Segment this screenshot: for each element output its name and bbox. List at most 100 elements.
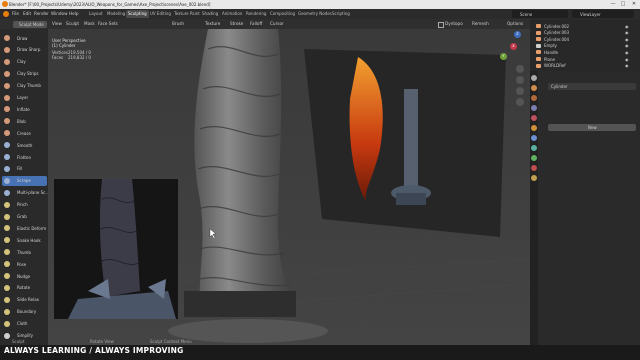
tool-crease[interactable]: Crease: [2, 128, 47, 138]
material-tab-icon[interactable]: [531, 165, 537, 171]
menu-sculpt[interactable]: Sculpt: [66, 21, 79, 26]
remesh-menu[interactable]: Remesh: [472, 21, 489, 26]
outliner-row[interactable]: WORLDRef ◉: [530, 63, 640, 69]
zoom-icon[interactable]: [516, 65, 524, 73]
gizmo-z-axis[interactable]: Z: [514, 31, 521, 38]
modifier-tab-icon[interactable]: [531, 135, 537, 141]
visibility-eye-icon[interactable]: ◉: [625, 24, 630, 29]
gizmo-x-axis[interactable]: X: [510, 43, 517, 50]
view-layer-tab-icon[interactable]: [531, 105, 537, 111]
tool-multi-plane-sc[interactable]: Multi-plane Sc...: [2, 188, 49, 198]
object-icon: [536, 24, 541, 28]
maximize-button[interactable]: □: [618, 1, 628, 8]
tool-rotate[interactable]: Rotate: [2, 283, 47, 293]
tool-elastic-deform[interactable]: Elastic Deform: [2, 223, 47, 233]
scene-tab-icon[interactable]: [531, 115, 537, 121]
render-tab-icon[interactable]: [531, 85, 537, 91]
view-layer-selector[interactable]: ViewLayer: [572, 10, 634, 18]
close-button[interactable]: ✕: [629, 1, 639, 8]
tool-tab-icon[interactable]: [531, 75, 537, 81]
menu-face-sets[interactable]: Face Sets: [98, 21, 118, 26]
tab-animation[interactable]: Animation: [220, 10, 244, 18]
visibility-eye-icon[interactable]: ◉: [625, 63, 630, 68]
menu-mask[interactable]: Mask: [84, 21, 95, 26]
tab-texture-paint[interactable]: Texture Paint: [172, 10, 202, 18]
dyntopo-label[interactable]: Dyntopo: [445, 21, 463, 26]
outliner-row[interactable]: Cylinder.003 ◉: [530, 30, 640, 36]
tool-pinch[interactable]: Pinch: [2, 200, 47, 210]
outliner-panel: Cylinder.002 ◉ Cylinder.003 ◉ Cylinder.004 ◉ E…: [530, 19, 640, 71]
tab-layout[interactable]: Layout: [87, 10, 105, 18]
dyntopo-checkbox[interactable]: [438, 22, 444, 28]
outliner-item-label: Handle: [544, 49, 559, 55]
tool-draw[interactable]: Draw: [2, 33, 47, 43]
object-tab-icon[interactable]: [531, 125, 537, 131]
stroke-settings[interactable]: Stroke: [230, 21, 243, 26]
tool-grab[interactable]: Grab: [2, 212, 47, 222]
visibility-eye-icon[interactable]: ◉: [625, 57, 630, 62]
tool-pose[interactable]: Pose: [2, 259, 47, 269]
physics-tab-icon[interactable]: [531, 145, 537, 151]
tool-fill[interactable]: Fill: [2, 164, 47, 174]
visibility-eye-icon[interactable]: ◉: [625, 50, 630, 55]
tool-draw-sharp[interactable]: Draw Sharp: [2, 45, 47, 55]
visibility-eye-icon[interactable]: ◉: [625, 37, 630, 42]
tool-cloth[interactable]: Cloth: [2, 319, 47, 329]
menu-render[interactable]: Render: [34, 11, 49, 16]
options-menu[interactable]: Options: [507, 21, 523, 26]
outliner-item-label: WORLDRef: [544, 63, 566, 69]
camera-icon[interactable]: [516, 87, 524, 95]
tab-uv-editing[interactable]: UV Editing: [148, 10, 173, 18]
visibility-eye-icon[interactable]: ◉: [625, 30, 630, 35]
scene-selector[interactable]: Scene: [512, 10, 568, 18]
tool-clay-strips[interactable]: Clay Strips: [2, 69, 47, 79]
cursor-settings[interactable]: Cursor: [270, 21, 284, 26]
new-button[interactable]: New: [548, 124, 636, 131]
outliner-row[interactable]: Cylinder.002 ◉: [530, 23, 640, 29]
menu-edit[interactable]: Edit: [23, 11, 31, 16]
tab-sculpting[interactable]: Sculpting: [126, 10, 149, 18]
tab-geometry-nodes[interactable]: Geometry Nodes: [296, 10, 334, 18]
outliner-row[interactable]: Handle ◉: [530, 49, 640, 55]
tab-modeling[interactable]: Modeling: [105, 10, 127, 18]
tool-snake-hook[interactable]: Snake Hook: [2, 235, 47, 245]
outliner-row[interactable]: Empty ◉: [530, 43, 640, 49]
data-tab-icon[interactable]: [531, 155, 537, 161]
menu-help[interactable]: Help: [69, 11, 79, 16]
tool-layer[interactable]: Layer: [2, 93, 47, 103]
outliner-row[interactable]: Plane ◉: [530, 56, 640, 62]
menu-window[interactable]: Window: [51, 11, 68, 16]
tool-scrape[interactable]: Scrape: [2, 175, 47, 186]
minimize-button[interactable]: —: [608, 1, 618, 8]
visibility-eye-icon[interactable]: ◉: [625, 43, 630, 48]
pan-icon[interactable]: [516, 76, 524, 84]
brush-settings[interactable]: Brush: [172, 21, 184, 26]
tool-clay[interactable]: Clay: [2, 57, 47, 67]
object-name-field[interactable]: Cylinder: [548, 83, 636, 90]
texture-settings[interactable]: Texture: [205, 21, 220, 26]
tool-nudge[interactable]: Nudge: [2, 271, 47, 281]
output-tab-icon[interactable]: [531, 95, 537, 101]
mode-selector[interactable]: Sculpt Mode: [13, 20, 47, 28]
3d-viewport[interactable]: SculptMask Radius 99 px Strength 0.700: [48, 29, 530, 345]
tab-rendering[interactable]: Rendering: [244, 10, 268, 18]
tab-scripting[interactable]: Scripting: [330, 10, 352, 18]
tool-boundary[interactable]: Boundary: [2, 307, 47, 317]
tool-blob[interactable]: Blob: [2, 116, 47, 126]
texture-tab-icon[interactable]: [531, 175, 537, 181]
blender-menu-icon[interactable]: [3, 11, 9, 17]
tool-smooth[interactable]: Smooth: [2, 140, 47, 150]
outliner-row[interactable]: Cylinder.004 ◉: [530, 36, 640, 42]
grid-icon[interactable]: [516, 98, 524, 106]
falloff-settings[interactable]: Falloff: [250, 21, 262, 26]
tab-compositing[interactable]: Compositing: [268, 10, 297, 18]
tool-thumb[interactable]: Thumb: [2, 247, 47, 257]
gizmo-y-axis[interactable]: Y: [500, 53, 507, 60]
menu-view[interactable]: View: [52, 21, 62, 26]
tool-inflate[interactable]: Inflate: [2, 104, 47, 114]
tab-shading[interactable]: Shading: [200, 10, 220, 18]
tool-slide-relax[interactable]: Slide Relax: [2, 295, 47, 305]
tool-clay-thumb[interactable]: Clay Thumb: [2, 81, 47, 91]
tool-flatten[interactable]: Flatten: [2, 152, 47, 162]
menu-file[interactable]: File: [12, 11, 19, 16]
